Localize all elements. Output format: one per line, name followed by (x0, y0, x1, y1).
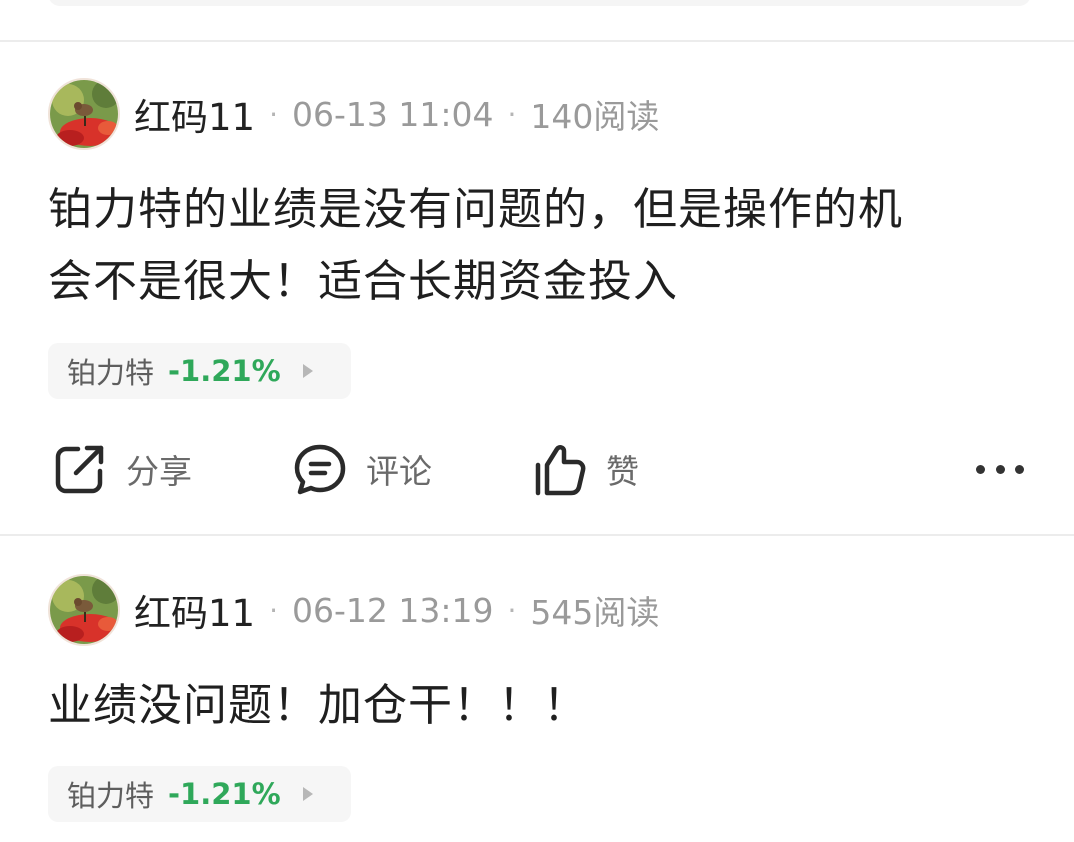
more-button[interactable] (976, 446, 1024, 492)
post-content[interactable]: 业绩没问题！加仓干！！！ (48, 670, 1033, 742)
avatar[interactable] (48, 78, 120, 150)
post-content-line: 会不是很大！适合长期资金投入 (48, 256, 678, 307)
meta-separator: · (269, 97, 278, 131)
stock-name: 铂力特 (67, 779, 155, 813)
stock-tag[interactable]: 铂力特 -1.21% (48, 766, 351, 822)
share-icon (55, 445, 104, 494)
previous-post-card-edge (48, 0, 1031, 6)
feed: 红码11 · 06-13 11:04 · 140阅读 铂力特的业绩是没有问题的，… (0, 0, 1074, 842)
like-label: 赞 (606, 452, 639, 491)
post-meta: 红码11 · 06-13 11:04 · 140阅读 (48, 78, 659, 150)
like-button[interactable]: 赞 (532, 434, 639, 504)
more-icon (976, 464, 985, 474)
share-label: 分享 (126, 452, 192, 491)
stock-change: -1.21% (168, 777, 281, 811)
post-content-line: 铂力特的业绩是没有问题的，但是操作的机 (48, 184, 903, 235)
post-content-line: 业绩没问题！加仓干！！！ (48, 680, 588, 731)
chevron-right-icon (302, 364, 313, 378)
post-actions: 分享 评论 赞 (0, 434, 1074, 504)
comment-label: 评论 (366, 452, 432, 491)
like-icon (535, 445, 586, 496)
chevron-right-icon (302, 787, 313, 801)
meta-separator: · (507, 97, 517, 131)
meta-separator: · (269, 593, 278, 627)
read-count: 140阅读 (530, 97, 660, 136)
read-count: 545阅读 (530, 593, 660, 632)
more-icon-dot (995, 464, 1005, 474)
username[interactable]: 红码11 (134, 87, 255, 141)
meta-separator: · (507, 593, 517, 627)
more-icon-dot (1015, 464, 1024, 474)
username[interactable]: 红码11 (134, 583, 255, 637)
divider (0, 40, 1074, 42)
post-date: 06-12 13:19 (292, 590, 494, 630)
divider (0, 534, 1074, 536)
comment-icon (294, 444, 346, 495)
share-button[interactable]: 分享 (52, 434, 192, 504)
comment-button[interactable]: 评论 (292, 434, 432, 504)
post-date: 06-13 11:04 (292, 94, 494, 134)
avatar[interactable] (48, 574, 120, 646)
post-meta: 红码11 · 06-12 13:19 · 545阅读 (48, 574, 659, 646)
stock-tag[interactable]: 铂力特 -1.21% (48, 343, 351, 399)
stock-change: -1.21% (168, 354, 281, 388)
stock-name: 铂力特 (67, 356, 155, 390)
post-content[interactable]: 铂力特的业绩是没有问题的，但是操作的机 会不是很大！适合长期资金投入 (48, 174, 1033, 318)
